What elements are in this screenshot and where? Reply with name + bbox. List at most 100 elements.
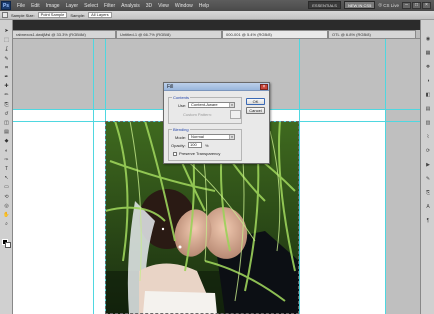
fill-dialog: Fill × Contents Use: Content-Aware ▾ Cus…: [163, 82, 270, 164]
sample-select[interactable]: All Layers: [88, 12, 112, 18]
opacity-label: Opacity:: [171, 143, 186, 148]
custom-pattern-picker[interactable]: [230, 110, 241, 119]
guide-vertical[interactable]: [93, 39, 94, 314]
clone-source-panel-icon[interactable]: ⎘: [424, 190, 432, 196]
menu-item-view[interactable]: View: [155, 3, 172, 9]
3d-orbit-tool-icon[interactable]: ◎: [3, 203, 10, 209]
chevron-down-icon: ▾: [229, 135, 234, 139]
dialog-close-button[interactable]: ×: [260, 84, 268, 90]
guide-vertical[interactable]: [299, 39, 300, 314]
contents-group: Contents Use: Content-Aware ▾ Custom Pat…: [168, 95, 242, 124]
brushes-panel-icon[interactable]: ✎: [424, 176, 432, 182]
options-bar: Sample Size: Point Sample Sample: All La…: [0, 11, 434, 20]
blending-title: Blending: [172, 127, 190, 132]
zoom-tool-icon[interactable]: ⌕: [3, 221, 10, 227]
sample-size-select[interactable]: Point Sample: [37, 12, 68, 18]
guide-vertical[interactable]: [385, 39, 386, 314]
mode-select-value: Normal: [191, 134, 204, 139]
crop-tool-icon[interactable]: ⌗: [3, 65, 10, 71]
eyedropper-tool-icon[interactable]: ✒: [3, 74, 10, 80]
blending-group: Blending Mode: Normal ▾ Opacity: 100 % P…: [168, 127, 242, 161]
paths-panel-icon[interactable]: ⌇: [424, 134, 432, 140]
lasso-tool-icon[interactable]: ʆ: [3, 46, 10, 52]
path-select-tool-icon[interactable]: ↖: [3, 175, 10, 181]
use-select[interactable]: Content-Aware ▾: [188, 102, 235, 108]
history-panel-icon[interactable]: ⟳: [424, 148, 432, 154]
preserve-transparency-label: Preserve Transparency: [179, 151, 221, 156]
eraser-tool-icon[interactable]: ◫: [3, 120, 10, 126]
cs-live-icon: ◎: [378, 2, 383, 7]
menu-item-window[interactable]: Window: [172, 3, 196, 9]
document-tab[interactable]: Untitled-1 @ 66.7% (RGB/8): [116, 30, 222, 38]
channels-panel-icon[interactable]: ▥: [424, 120, 432, 126]
layers-panel-icon[interactable]: ▤: [424, 106, 432, 112]
color-panel-icon[interactable]: ◉: [424, 36, 432, 42]
workspace-new-button[interactable]: NEW IN CS5: [343, 1, 376, 9]
marquee-tool-icon[interactable]: ⬚: [3, 37, 10, 43]
mode-select[interactable]: Normal ▾: [188, 134, 235, 140]
opacity-unit: %: [205, 143, 209, 148]
menu-item-help[interactable]: Help: [196, 3, 212, 9]
swatches-panel-icon[interactable]: ▦: [424, 50, 432, 56]
cancel-button[interactable]: Cancel: [246, 107, 265, 114]
type-tool-icon[interactable]: T: [3, 166, 10, 172]
character-panel-icon[interactable]: A: [424, 204, 432, 210]
use-select-value: Content-Aware: [191, 102, 218, 107]
document-tab[interactable]: 000-001 @ 5.4% (RGB/8): [222, 30, 328, 38]
eyedropper-preset-icon[interactable]: [2, 12, 8, 18]
paragraph-panel-icon[interactable]: ¶: [424, 218, 432, 224]
masks-panel-icon[interactable]: ◧: [424, 92, 432, 98]
actions-panel-icon[interactable]: ▶: [424, 162, 432, 168]
gradient-tool-icon[interactable]: ▤: [3, 129, 10, 135]
menu-item-layer[interactable]: Layer: [63, 3, 82, 9]
minimize-button[interactable]: –: [402, 1, 411, 9]
quick-select-tool-icon[interactable]: ✎: [3, 56, 10, 62]
preserve-transparency-checkbox[interactable]: [173, 152, 177, 156]
sample-size-label: Sample Size:: [11, 12, 35, 18]
close-window-button[interactable]: ×: [422, 1, 431, 9]
photoshop-logo: Ps: [1, 1, 11, 10]
brush-tool-icon[interactable]: ✏: [3, 92, 10, 98]
background-color-swatch[interactable]: [5, 242, 11, 248]
contents-title: Contents: [172, 95, 191, 100]
mode-label: Mode:: [175, 135, 187, 140]
menu-item-edit[interactable]: Edit: [28, 3, 43, 9]
pen-tool-icon[interactable]: ✑: [3, 157, 10, 163]
opacity-input[interactable]: 100: [188, 142, 202, 148]
document-tab[interactable]: rabnexos1.dwdjMsl @ 33.3% (RGB/8#): [12, 30, 116, 38]
adjustments-panel-icon[interactable]: ◑: [424, 78, 432, 84]
window-controls: – □ ×: [402, 1, 431, 9]
hand-tool-icon[interactable]: ✋: [3, 212, 10, 218]
menu-item-filter[interactable]: Filter: [101, 3, 118, 9]
clone-tool-icon[interactable]: ⎘: [3, 102, 10, 108]
menu-item-image[interactable]: Image: [43, 3, 63, 9]
use-label: Use:: [178, 103, 187, 108]
menu-item-analysis[interactable]: Analysis: [118, 3, 143, 9]
menu-item-3d[interactable]: 3D: [143, 3, 155, 9]
ok-button[interactable]: OK: [246, 98, 265, 105]
menu-item-file[interactable]: File: [14, 3, 28, 9]
history-brush-tool-icon[interactable]: ↺: [3, 111, 10, 117]
menu-right-area: ESSENTIALS NEW IN CS5 ◎ CS Live – □ ×: [308, 1, 431, 9]
healing-tool-icon[interactable]: ✚: [3, 83, 10, 89]
chevron-down-icon: ▾: [229, 103, 234, 107]
blur-tool-icon[interactable]: ◆: [3, 138, 10, 144]
styles-panel-icon[interactable]: ❖: [424, 64, 432, 70]
cs-live-button[interactable]: ◎ CS Live: [378, 2, 399, 8]
dialog-title: Fill: [164, 83, 269, 91]
menu-bar: Ps File Edit Image Layer Select Filter Analysi…: [0, 0, 434, 11]
move-tool-icon[interactable]: ➤: [3, 28, 10, 34]
menu-items: File Edit Image Layer Select Filter Analysis 3D…: [14, 3, 212, 9]
workspace-essentials-button[interactable]: ESSENTIALS: [308, 1, 341, 9]
document-tab[interactable]: OTL @ 6.8% (RGB/8): [328, 30, 416, 38]
toolbox: ➤ ⬚ ʆ ✎ ⌗ ✒ ✚ ✏ ⎘ ↺ ◫ ▤ ◆ ◐ ✑ T ↖ ▭ ⟲ ◎ ✋ ⌕: [0, 20, 13, 314]
dodge-tool-icon[interactable]: ◐: [3, 148, 10, 154]
cs-live-label: CS Live: [383, 2, 399, 8]
sample-label: Sample:: [70, 12, 86, 18]
maximize-button[interactable]: □: [412, 1, 421, 9]
menu-item-select[interactable]: Select: [81, 3, 101, 9]
panel-dock: ◉ ▦ ❖ ◑ ◧ ▤ ▥ ⌇ ⟳ ▶ ✎ ⎘ A ¶: [420, 20, 434, 314]
3d-rotate-tool-icon[interactable]: ⟲: [3, 194, 10, 200]
canvas-area[interactable]: [13, 39, 420, 314]
shape-tool-icon[interactable]: ▭: [3, 184, 10, 190]
